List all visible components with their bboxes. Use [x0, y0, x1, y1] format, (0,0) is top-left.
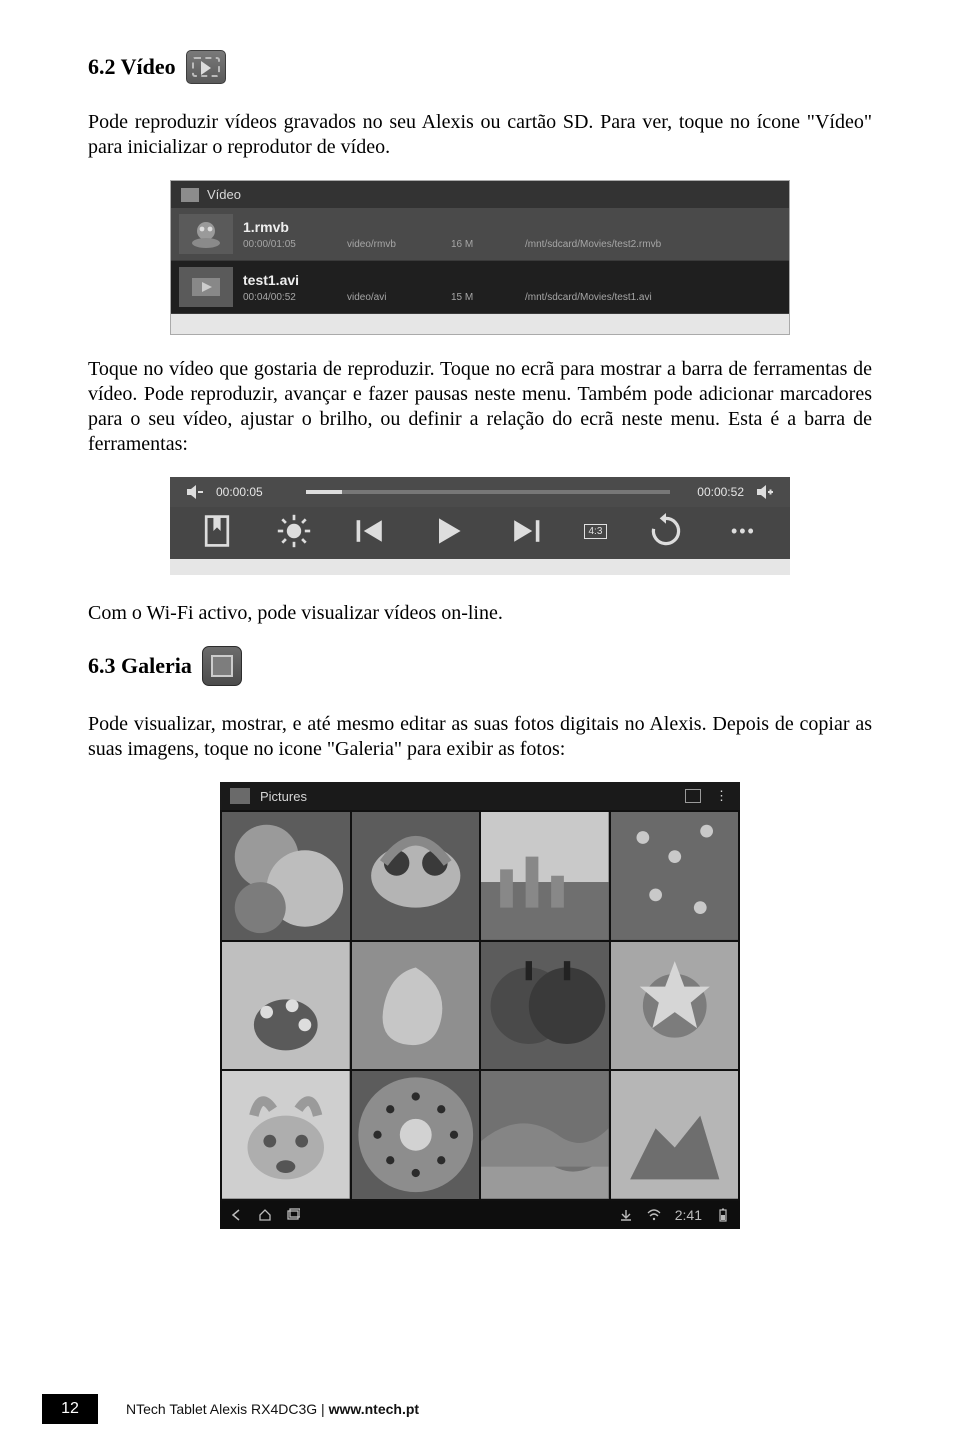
- gallery-thumb[interactable]: [611, 942, 739, 1070]
- video-name: 1.rmvb: [243, 219, 781, 235]
- nav-clock: 2:41: [675, 1207, 702, 1223]
- video-duration: 00:04/00:52: [243, 292, 313, 303]
- aspect-ratio-button[interactable]: 4:3: [584, 524, 608, 539]
- gallery-thumb[interactable]: [611, 812, 739, 940]
- gallery-thumb[interactable]: [352, 812, 480, 940]
- section-6-3-title: 6.3 Galeria: [88, 653, 192, 679]
- page-footer: 12 NTech Tablet Alexis RX4DC3G | www.nte…: [0, 1394, 419, 1424]
- nav-back-icon[interactable]: [230, 1208, 244, 1222]
- video-list-footer: [171, 314, 789, 334]
- video-list-screenshot: Vídeo 1.rmvb 00:00/01:05 video/rmvb 16 M…: [170, 180, 790, 335]
- video-toolbar-screenshot: 00:00:05 00:00:52 4:3 •••: [170, 477, 790, 575]
- gallery-thumb[interactable]: [481, 1071, 609, 1199]
- rotate-icon[interactable]: [648, 517, 684, 545]
- nav-home-icon[interactable]: [258, 1208, 272, 1222]
- gallery-thumb[interactable]: [352, 942, 480, 1070]
- back-icon[interactable]: [230, 788, 250, 804]
- paragraph-2: Toque no vídeo que gostaria de reproduzi…: [88, 357, 872, 457]
- video-duration: 00:00/01:05: [243, 239, 313, 250]
- gallery-screenshot: Pictures ⋮ 2:41: [220, 782, 740, 1229]
- volume-up-icon[interactable]: [756, 485, 774, 499]
- nav-recent-icon[interactable]: [286, 1208, 300, 1222]
- nav-battery-icon: [716, 1208, 730, 1222]
- paragraph-1: Pode reproduzir vídeos gravados no seu A…: [88, 110, 872, 160]
- video-path: /mnt/sdcard/Movies/test2.rmvb: [525, 239, 661, 250]
- paragraph-4: Pode visualizar, mostrar, e até mesmo ed…: [88, 712, 872, 762]
- video-thumbnail: [179, 267, 233, 307]
- video-thumbnail: [179, 214, 233, 254]
- video-row[interactable]: test1.avi 00:04/00:52 video/avi 15 M /mn…: [171, 261, 789, 314]
- elapsed-time: 00:00:05: [216, 485, 296, 499]
- video-name: test1.avi: [243, 272, 781, 288]
- gallery-thumb[interactable]: [222, 942, 350, 1070]
- video-size: 15 M: [451, 292, 491, 303]
- video-mime: video/rmvb: [347, 239, 417, 250]
- brightness-icon[interactable]: [276, 517, 312, 545]
- gallery-thumb[interactable]: [352, 1071, 480, 1199]
- more-icon[interactable]: •••: [725, 517, 761, 545]
- gallery-thumb[interactable]: [222, 1071, 350, 1199]
- gallery-thumb[interactable]: [611, 1071, 739, 1199]
- video-mime: video/avi: [347, 292, 417, 303]
- clapboard-icon: [181, 188, 199, 202]
- video-row[interactable]: 1.rmvb 00:00/01:05 video/rmvb 16 M /mnt/…: [171, 208, 789, 261]
- overflow-menu-icon[interactable]: ⋮: [715, 788, 730, 804]
- volume-down-icon[interactable]: [186, 485, 204, 499]
- gallery-thumb[interactable]: [222, 812, 350, 940]
- paragraph-3: Com o Wi-Fi activo, pode visualizar víde…: [88, 601, 872, 626]
- next-icon[interactable]: [507, 517, 543, 545]
- section-6-2-title: 6.2 Vídeo: [88, 54, 176, 80]
- video-list-header-label: Vídeo: [207, 187, 241, 202]
- gallery-app-icon: [202, 646, 242, 686]
- gallery-title: Pictures: [260, 789, 307, 804]
- gallery-thumb[interactable]: [481, 942, 609, 1070]
- video-list-header: Vídeo: [171, 181, 789, 208]
- gallery-thumb[interactable]: [481, 812, 609, 940]
- progress-bar[interactable]: [306, 490, 670, 494]
- footer-product: NTech Tablet Alexis RX4DC3G |: [126, 1401, 329, 1417]
- page-number: 12: [42, 1394, 98, 1424]
- total-time: 00:00:52: [680, 485, 744, 499]
- previous-icon[interactable]: [353, 517, 389, 545]
- play-icon[interactable]: [430, 517, 466, 545]
- footer-url: www.ntech.pt: [329, 1401, 419, 1417]
- video-app-icon: [186, 50, 226, 84]
- video-size: 16 M: [451, 239, 491, 250]
- nav-download-icon[interactable]: [619, 1208, 633, 1222]
- slideshow-icon[interactable]: [685, 789, 701, 803]
- video-path: /mnt/sdcard/Movies/test1.avi: [525, 292, 652, 303]
- nav-wifi-icon[interactable]: [647, 1208, 661, 1222]
- bookmark-icon[interactable]: [199, 517, 235, 545]
